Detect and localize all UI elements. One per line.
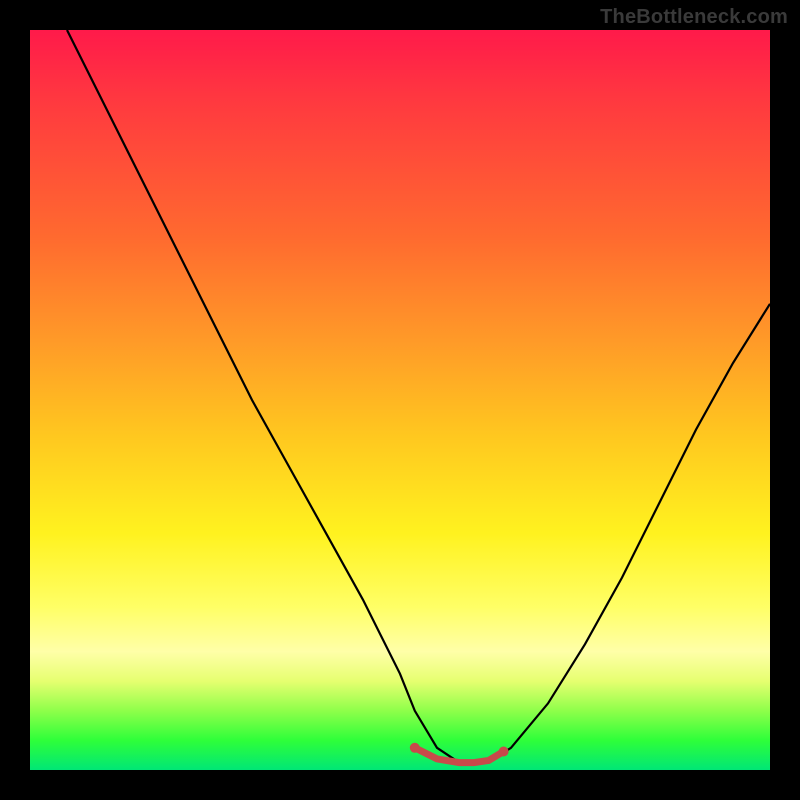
flat-zone-start-dot (410, 743, 420, 753)
plot-area (30, 30, 770, 770)
flat-zone-marker (415, 748, 504, 763)
bottleneck-curve (67, 30, 770, 763)
curve-layer (30, 30, 770, 770)
watermark-text: TheBottleneck.com (600, 6, 788, 29)
chart-frame: TheBottleneck.com (0, 0, 800, 800)
flat-zone-end-dot (499, 747, 509, 757)
